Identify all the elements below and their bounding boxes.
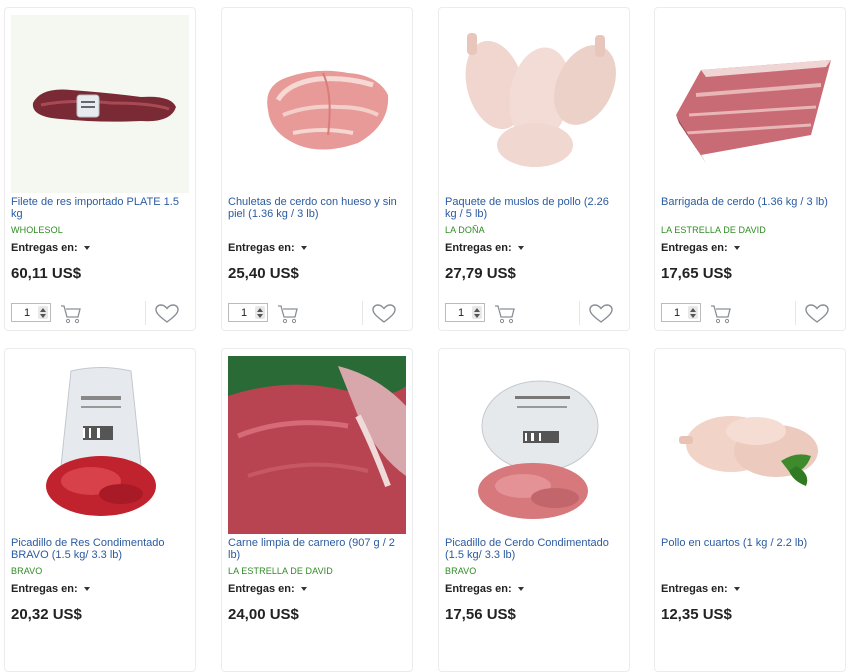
delivery-dropdown[interactable]: Entregas en:	[445, 242, 524, 254]
product-title[interactable]: Barrigada de cerdo (1.36 kg / 3 lb)	[661, 196, 839, 208]
delivery-dropdown[interactable]: Entregas en:	[228, 583, 307, 595]
caret-down-icon	[83, 246, 90, 251]
heart-icon[interactable]	[372, 304, 396, 324]
delivery-dropdown[interactable]: Entregas en:	[445, 583, 524, 595]
spinner-arrows-icon[interactable]	[472, 306, 482, 319]
product-title[interactable]: Carne limpia de carnero (907 g / 2 lb)	[228, 537, 406, 561]
product-title[interactable]: Chuletas de cerdo con hueso y sin piel (…	[228, 196, 406, 220]
quantity-stepper[interactable]: 1	[11, 303, 51, 322]
product-price: 12,35 US$	[661, 606, 732, 623]
caret-down-icon	[83, 587, 90, 592]
product-card[interactable]: Picadillo de Res Condimentado BRAVO (1.5…	[4, 348, 196, 672]
delivery-label: Entregas en:	[445, 242, 512, 254]
delivery-label: Entregas en:	[228, 242, 295, 254]
product-card[interactable]: Filete de res importado PLATE 1.5 kg WHO…	[4, 7, 196, 331]
divider	[579, 301, 580, 325]
delivery-dropdown[interactable]: Entregas en:	[661, 583, 740, 595]
product-title[interactable]: Picadillo de Cerdo Condimentado (1.5 kg/…	[445, 537, 623, 561]
product-image-pork-belly[interactable]	[661, 15, 839, 193]
product-price: 17,56 US$	[445, 606, 516, 623]
product-image-lamb-meat[interactable]	[228, 356, 406, 534]
product-brand: LA DOÑA	[445, 225, 485, 235]
product-card[interactable]: Barrigada de cerdo (1.36 kg / 3 lb) LA E…	[654, 7, 846, 331]
quantity-value: 1	[24, 307, 31, 319]
product-title[interactable]: Paquete de muslos de pollo (2.26 kg / 5 …	[445, 196, 623, 220]
caret-down-icon	[733, 246, 740, 251]
product-title[interactable]: Picadillo de Res Condimentado BRAVO (1.5…	[11, 537, 189, 561]
product-image-chicken-drumsticks[interactable]	[445, 15, 623, 193]
quantity-stepper[interactable]: 1	[228, 303, 268, 322]
product-price: 24,00 US$	[228, 606, 299, 623]
delivery-dropdown[interactable]: Entregas en:	[228, 242, 307, 254]
product-image-beef-fillet[interactable]	[11, 15, 189, 193]
caret-down-icon	[300, 246, 307, 251]
divider	[145, 301, 146, 325]
product-card[interactable]: Pollo en cuartos (1 kg / 2.2 lb) Entrega…	[654, 348, 846, 672]
quantity-stepper[interactable]: 1	[445, 303, 485, 322]
product-price: 25,40 US$	[228, 265, 299, 282]
divider	[362, 301, 363, 325]
cart-icon[interactable]	[277, 304, 299, 324]
delivery-label: Entregas en:	[661, 583, 728, 595]
divider	[795, 301, 796, 325]
caret-down-icon	[733, 587, 740, 592]
product-brand: BRAVO	[445, 566, 477, 576]
caret-down-icon	[300, 587, 307, 592]
caret-down-icon	[517, 246, 524, 251]
caret-down-icon	[517, 587, 524, 592]
quantity-stepper[interactable]: 1	[661, 303, 701, 322]
product-brand: LA ESTRELLA DE DAVID	[661, 225, 766, 235]
product-image-chicken-quarters[interactable]	[661, 356, 839, 534]
product-image-ground-pork[interactable]	[445, 356, 623, 534]
delivery-label: Entregas en:	[661, 242, 728, 254]
product-card[interactable]: Picadillo de Cerdo Condimentado (1.5 kg/…	[438, 348, 630, 672]
heart-icon[interactable]	[589, 304, 613, 324]
heart-icon[interactable]	[155, 304, 179, 324]
quantity-value: 1	[458, 307, 465, 319]
quantity-value: 1	[674, 307, 681, 319]
delivery-label: Entregas en:	[11, 583, 78, 595]
cart-icon[interactable]	[494, 304, 516, 324]
spinner-arrows-icon[interactable]	[688, 306, 698, 319]
product-card[interactable]: Paquete de muslos de pollo (2.26 kg / 5 …	[438, 7, 630, 331]
spinner-arrows-icon[interactable]	[38, 306, 48, 319]
product-price: 60,11 US$	[11, 265, 82, 282]
quantity-value: 1	[241, 307, 248, 319]
delivery-dropdown[interactable]: Entregas en:	[661, 242, 740, 254]
heart-icon[interactable]	[805, 304, 829, 324]
product-price: 17,65 US$	[661, 265, 732, 282]
product-price: 27,79 US$	[445, 265, 516, 282]
cart-icon[interactable]	[710, 304, 732, 324]
delivery-label: Entregas en:	[11, 242, 78, 254]
delivery-label: Entregas en:	[445, 583, 512, 595]
product-brand: WHOLESOL	[11, 225, 63, 235]
product-title[interactable]: Pollo en cuartos (1 kg / 2.2 lb)	[661, 537, 839, 549]
delivery-dropdown[interactable]: Entregas en:	[11, 583, 90, 595]
product-image-ground-beef[interactable]	[11, 356, 189, 534]
delivery-dropdown[interactable]: Entregas en:	[11, 242, 90, 254]
cart-icon[interactable]	[60, 304, 82, 324]
product-brand: LA ESTRELLA DE DAVID	[228, 566, 333, 576]
product-card[interactable]: Chuletas de cerdo con hueso y sin piel (…	[221, 7, 413, 331]
product-brand: BRAVO	[11, 566, 43, 576]
product-title[interactable]: Filete de res importado PLATE 1.5 kg	[11, 196, 189, 220]
product-price: 20,32 US$	[11, 606, 82, 623]
delivery-label: Entregas en:	[228, 583, 295, 595]
product-card[interactable]: Carne limpia de carnero (907 g / 2 lb) L…	[221, 348, 413, 672]
product-image-pork-chops[interactable]	[228, 15, 406, 193]
spinner-arrows-icon[interactable]	[255, 306, 265, 319]
